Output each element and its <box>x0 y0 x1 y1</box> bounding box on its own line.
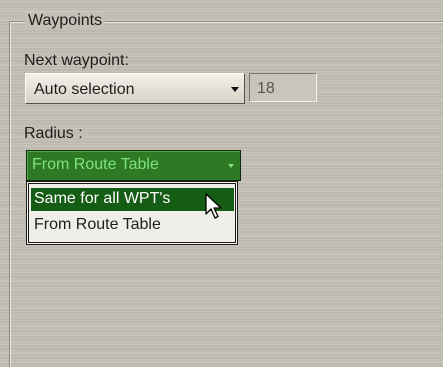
next-waypoint-number-value: 18 <box>257 80 275 97</box>
chevron-down-icon <box>228 164 234 168</box>
next-waypoint-mode-select[interactable]: Auto selection <box>25 73 245 104</box>
radius-select-value: From Route Table <box>32 156 159 173</box>
next-waypoint-number-field: 18 <box>249 73 317 102</box>
mouse-pointer-icon <box>205 193 222 219</box>
chevron-down-icon <box>231 87 239 92</box>
radius-option-from-route-table[interactable]: From Route Table <box>31 214 234 237</box>
radius-select[interactable]: From Route Table <box>26 150 241 181</box>
next-waypoint-label: Next waypoint: <box>24 52 129 69</box>
radius-label: Radius : <box>24 125 83 142</box>
next-waypoint-mode-value: Auto selection <box>34 81 135 98</box>
radius-option-same-for-all[interactable]: Same for all WPT's <box>31 188 234 211</box>
waypoints-group-title: Waypoints <box>25 12 106 30</box>
